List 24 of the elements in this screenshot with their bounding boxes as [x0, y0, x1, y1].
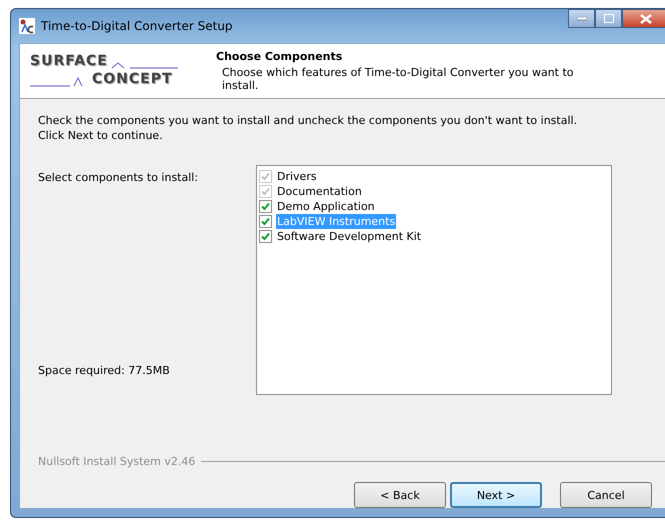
- maximize-button[interactable]: [595, 9, 622, 28]
- checkbox[interactable]: [259, 200, 272, 213]
- instructions-text: Check the components you want to install and uncheck the components you don't want to install. Click Next to continue.: [38, 113, 578, 143]
- dialog-button[interactable]: < Back: [354, 482, 446, 508]
- minimize-button[interactable]: [568, 9, 595, 28]
- select-label: Select components to install:: [38, 171, 200, 184]
- logo-text: SURFACE: [30, 53, 108, 69]
- close-button[interactable]: [622, 9, 665, 28]
- maximize-icon: [604, 14, 614, 23]
- space-required-text: Space required: 77.5MB: [38, 364, 171, 377]
- dialog-button[interactable]: Cancel: [560, 482, 652, 508]
- checkbox[interactable]: [259, 215, 272, 228]
- app-icon: [19, 18, 35, 34]
- dialog-button[interactable]: Next >: [450, 482, 542, 508]
- component-label[interactable]: Software Development Kit: [276, 229, 422, 244]
- minimize-icon: [576, 16, 586, 20]
- page-title: Choose Components: [216, 50, 344, 63]
- page-subtitle: Choose which features of Time-to-Digital Converter you want to install.: [221, 66, 575, 92]
- component-label[interactable]: Demo Application: [276, 199, 376, 214]
- window-title: Time-to-Digital Converter Setup: [41, 19, 233, 33]
- checkbox[interactable]: [259, 230, 272, 243]
- logo-text: CONCEPT: [92, 71, 173, 87]
- branding-text: Nullsoft Install System v2.46: [38, 455, 196, 468]
- close-icon: [640, 14, 652, 24]
